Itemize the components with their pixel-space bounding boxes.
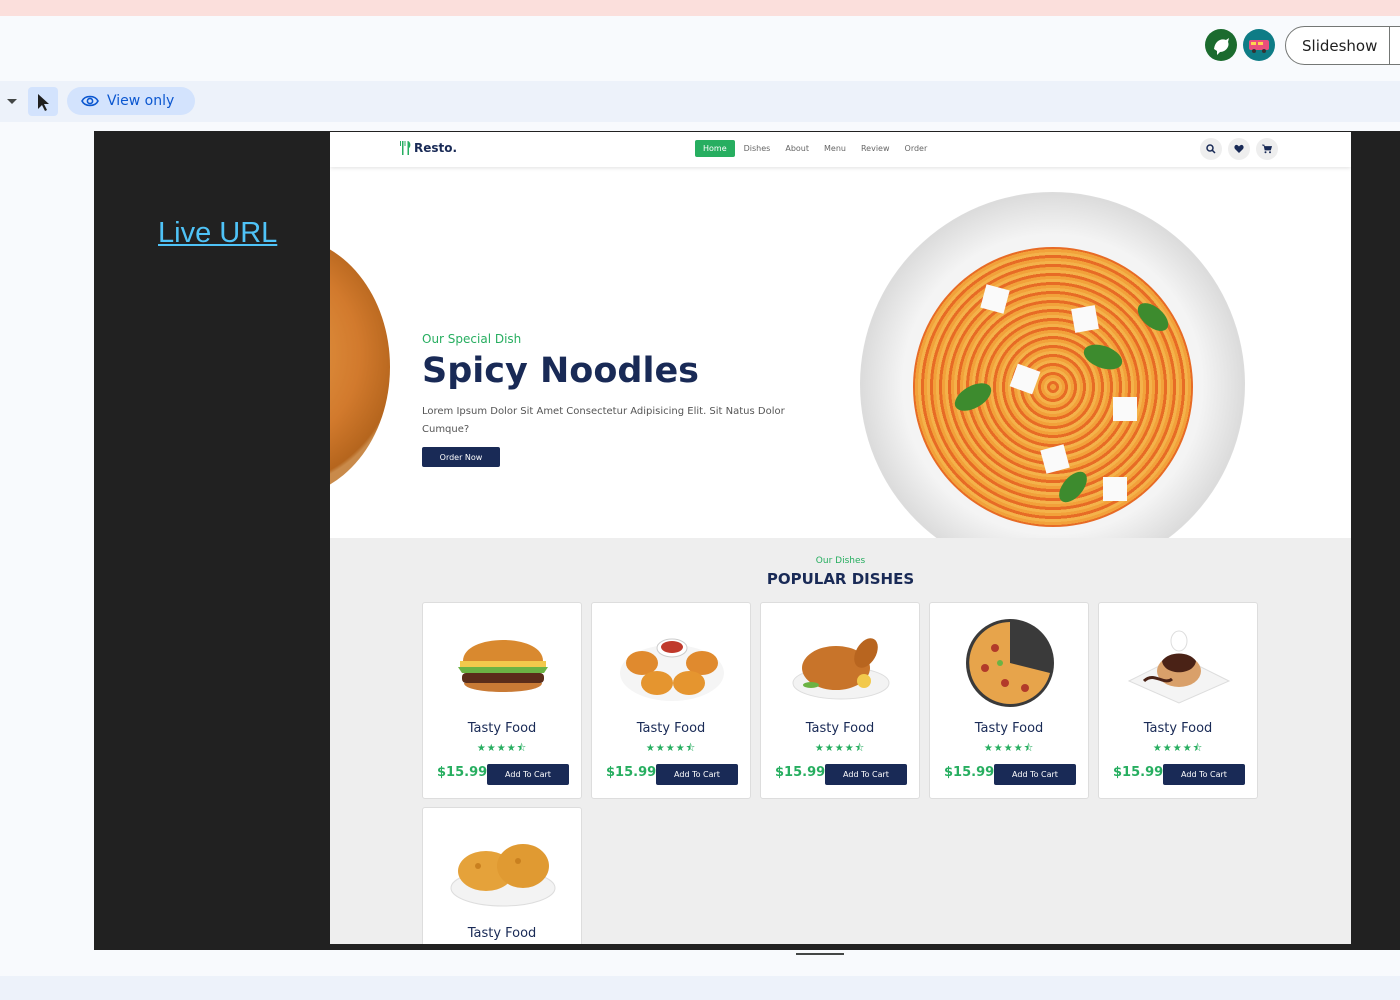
dish-name: Tasty Food: [805, 721, 875, 736]
rating-stars: ★★★★⯪: [1152, 743, 1204, 754]
dish-name: Tasty Food: [467, 926, 537, 941]
fried-chicken-image: [448, 824, 558, 912]
bottom-bar: [0, 976, 1400, 1000]
site-nav-links: Home Dishes About Menu Review Order: [695, 140, 935, 157]
slideshow-label: Slideshow: [1302, 36, 1378, 55]
toolbar: [0, 81, 1400, 122]
slideshow-divider: [1389, 27, 1390, 64]
select-tool-button[interactable]: [28, 87, 58, 116]
dishes-subtitle: Our Dishes: [815, 556, 866, 566]
add-to-cart-button[interactable]: Add To Cart: [994, 764, 1076, 785]
pizza-image: [330, 237, 390, 497]
cart-icon[interactable]: [1256, 138, 1278, 160]
dish-price: $15.99: [606, 765, 657, 780]
nav-menu[interactable]: Menu: [817, 140, 853, 157]
rating-stars: ★★★★⯪: [814, 743, 866, 754]
user-avatar-teal[interactable]: [1243, 29, 1275, 61]
nav-order[interactable]: Order: [898, 140, 935, 157]
dish-card: Tasty Food ★★★★⯪ $15.99 Add To Cart: [929, 602, 1089, 799]
hero-title: Spicy Noodles: [422, 351, 700, 391]
hero-description: Lorem Ipsum Dolor Sit Amet Consectetur A…: [422, 406, 785, 435]
dish-price: $15.99: [775, 765, 826, 780]
site-navbar: Resto. Home Dishes About Menu Review Ord…: [330, 132, 1351, 167]
dish-name: Tasty Food: [636, 721, 706, 736]
nav-dishes[interactable]: Dishes: [737, 140, 778, 157]
site-nav-icons: [1200, 138, 1278, 160]
add-to-cart-button[interactable]: Add To Cart: [825, 764, 907, 785]
app-header: [0, 16, 1400, 81]
site-logo[interactable]: Resto.: [400, 141, 457, 155]
popular-dishes-section: Our Dishes POPULAR DISHES Tasty Food ★★★…: [330, 538, 1351, 944]
view-only-label: View only: [107, 93, 175, 109]
utensils-icon: [400, 141, 411, 155]
dish-card: Tasty Food ★★★★⯪ $15.99 Add To Cart: [591, 602, 751, 799]
dishes-title: POPULAR DISHES: [766, 570, 915, 588]
chevron-down-icon[interactable]: [7, 99, 17, 104]
dish-price: $15.99: [437, 765, 488, 780]
dish-name: Tasty Food: [467, 721, 537, 736]
hero-subtitle: Our Special Dish: [422, 332, 522, 346]
slideshow-button[interactable]: Slideshow: [1285, 26, 1400, 65]
rating-stars: ★★★★⯪: [476, 743, 528, 754]
heart-icon[interactable]: [1228, 138, 1250, 160]
nav-review[interactable]: Review: [854, 140, 897, 157]
add-to-cart-button[interactable]: Add To Cart: [1163, 764, 1245, 785]
hero-section: Our Special Dish Spicy Noodles Lorem Ips…: [330, 167, 1351, 577]
live-url-link[interactable]: Live URL: [158, 217, 277, 250]
burger-image: [448, 619, 558, 707]
add-to-cart-button[interactable]: Add To Cart: [487, 764, 569, 785]
order-now-button[interactable]: Order Now: [422, 447, 500, 467]
bird-icon: [1214, 38, 1229, 55]
pizza-card-image: [955, 619, 1065, 707]
dish-card: Tasty Food ★★★★⯪ $15.99 Add To Cart: [760, 602, 920, 799]
dish-price: $15.99: [1113, 765, 1164, 780]
search-icon[interactable]: [1200, 138, 1222, 160]
rating-stars: ★★★★⯪: [645, 743, 697, 754]
pasta-image: [913, 247, 1193, 527]
view-only-chip[interactable]: View only: [67, 87, 195, 115]
eye-icon: [81, 95, 99, 107]
slide-canvas: Live URL Resto. Home Dishes About Menu R…: [94, 131, 1400, 950]
resize-handle[interactable]: [796, 953, 844, 955]
nav-about[interactable]: About: [778, 140, 816, 157]
nuggets-image: [617, 619, 727, 707]
cursor-icon: [38, 94, 49, 111]
dish-name: Tasty Food: [974, 721, 1044, 736]
dish-card: Tasty Food ★★★★⯪ $15.99 Add To Cart: [1098, 602, 1258, 799]
nav-home[interactable]: Home: [695, 140, 735, 157]
roast-chicken-image: [786, 619, 896, 707]
add-to-cart-button[interactable]: Add To Cart: [656, 764, 738, 785]
dish-price: $15.99: [944, 765, 995, 780]
bus-icon: [1249, 40, 1269, 53]
site-logo-text: Resto.: [414, 141, 458, 155]
top-banner-strip: [0, 0, 1400, 16]
dish-card: Tasty Food ★★★★⯪ $15.99 Add To Cart: [422, 602, 582, 799]
rating-stars: ★★★★⯪: [983, 743, 1035, 754]
user-avatar-green[interactable]: [1205, 29, 1237, 61]
dish-card: Tasty Food: [422, 807, 582, 944]
dish-name: Tasty Food: [1143, 721, 1213, 736]
dessert-image: [1124, 619, 1234, 707]
website-screenshot: Resto. Home Dishes About Menu Review Ord…: [330, 132, 1351, 944]
